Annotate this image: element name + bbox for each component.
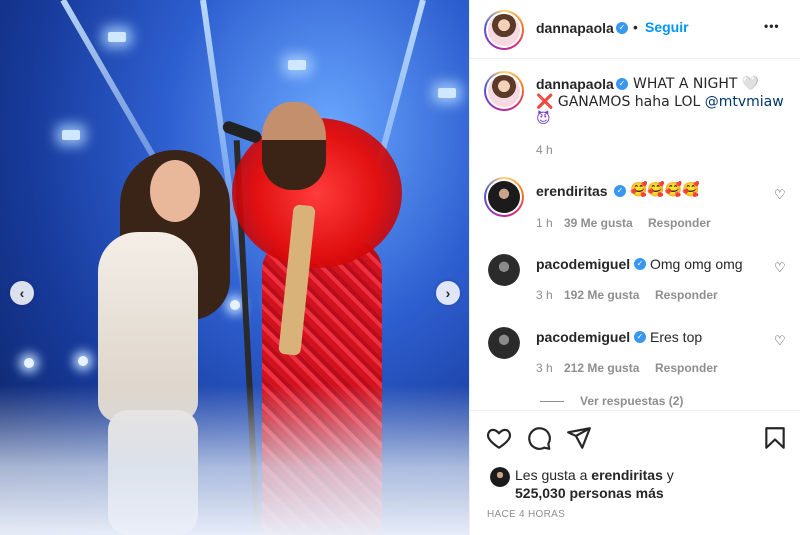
likes-user[interactable]: erendiritas: [591, 467, 663, 483]
heart-icon[interactable]: [486, 425, 512, 451]
view-replies-button[interactable]: Ver respuestas (2): [580, 394, 683, 408]
separator-dot: •: [633, 19, 638, 35]
comment-username[interactable]: pacodemiguel: [536, 256, 630, 272]
likes-prefix: Les gusta a: [515, 467, 592, 483]
performer-face: [150, 160, 200, 222]
more-options-icon[interactable]: •••: [764, 19, 780, 33]
verified-icon: ✓: [634, 331, 646, 343]
stage-fog: [0, 385, 469, 535]
stage-light: [62, 130, 80, 140]
comment-text: Eres top: [650, 329, 703, 345]
likes-count[interactable]: 525,030 personas más: [515, 485, 664, 501]
stage-light: [78, 356, 88, 366]
verified-icon: ✓: [616, 78, 628, 90]
likes-summary: Les gusta a erendiritas y: [515, 467, 674, 483]
stage-light: [108, 32, 126, 42]
caption-username[interactable]: dannapaola: [536, 76, 614, 92]
stage-light: [230, 300, 240, 310]
comment-icon[interactable]: [526, 425, 552, 451]
caption-emoji: 😈: [536, 111, 551, 127]
comment-text: 🥰🥰🥰🥰: [630, 182, 700, 198]
comment-likes[interactable]: 212 Me gusta: [564, 361, 639, 375]
avatar[interactable]: [484, 177, 524, 217]
comment-likes[interactable]: 39 Me gusta: [564, 216, 633, 230]
avatar[interactable]: [488, 254, 520, 286]
reply-button[interactable]: Responder: [648, 216, 711, 230]
reply-button[interactable]: Responder: [655, 288, 718, 302]
post-sidebar: dannapaola ✓ • Seguir ••• dannapaola ✓ W…: [469, 0, 800, 535]
chevron-left-icon[interactable]: ‹: [10, 281, 34, 305]
avatar[interactable]: [484, 71, 524, 111]
caption-time[interactable]: 4 h: [536, 143, 553, 157]
stage-light: [438, 88, 456, 98]
share-icon[interactable]: [566, 425, 592, 451]
caption-text: ❌ GANAMOS haha LOL: [536, 94, 705, 110]
comment-time[interactable]: 3 h: [536, 361, 553, 375]
avatar[interactable]: [484, 10, 524, 50]
post-actions: Les gusta a erendiritas y 525,030 person…: [470, 410, 800, 535]
comment-time[interactable]: 3 h: [536, 288, 553, 302]
bookmark-icon[interactable]: [762, 425, 788, 451]
avatar[interactable]: [488, 327, 520, 359]
chevron-right-icon[interactable]: ›: [436, 281, 460, 305]
post-timestamp[interactable]: HACE 4 HORAS: [487, 509, 565, 520]
mention-link[interactable]: @mtvmiaw: [705, 94, 784, 110]
reply-button[interactable]: Responder: [655, 361, 718, 375]
stage-light: [24, 358, 34, 368]
avatar[interactable]: [490, 467, 510, 487]
caption-text: WHAT A NIGHT 🤍: [633, 76, 760, 92]
likes-suffix: y: [662, 467, 674, 483]
replies-divider: [540, 401, 564, 402]
follow-button[interactable]: Seguir: [645, 19, 689, 35]
comment-time[interactable]: 1 h: [536, 216, 553, 230]
post-header: dannapaola ✓ • Seguir •••: [470, 0, 800, 59]
caption-line2: ❌ GANAMOS haha LOL @mtvmiaw: [536, 94, 784, 110]
comment-text: Omg omg omg: [650, 256, 743, 272]
instagram-post: ‹ › dannapaola ✓ • Seguir ••• dannapaola…: [0, 0, 800, 535]
verified-icon: ✓: [616, 22, 628, 34]
stage-light: [288, 60, 306, 70]
comment-username[interactable]: erendiritas: [536, 183, 608, 199]
post-photo[interactable]: ‹ ›: [0, 0, 469, 535]
microphone: [221, 119, 263, 145]
post-owner-username[interactable]: dannapaola: [536, 20, 614, 36]
heart-icon[interactable]: ♡: [774, 260, 786, 276]
comments-list[interactable]: dannapaola ✓ WHAT A NIGHT 🤍 ❌ GANAMOS ha…: [470, 59, 800, 410]
comment-username[interactable]: pacodemiguel: [536, 329, 630, 345]
verified-icon: ✓: [634, 258, 646, 270]
heart-icon[interactable]: ♡: [774, 187, 786, 203]
heart-icon[interactable]: ♡: [774, 333, 786, 349]
comment-likes[interactable]: 192 Me gusta: [564, 288, 639, 302]
verified-icon: ✓: [614, 185, 626, 197]
